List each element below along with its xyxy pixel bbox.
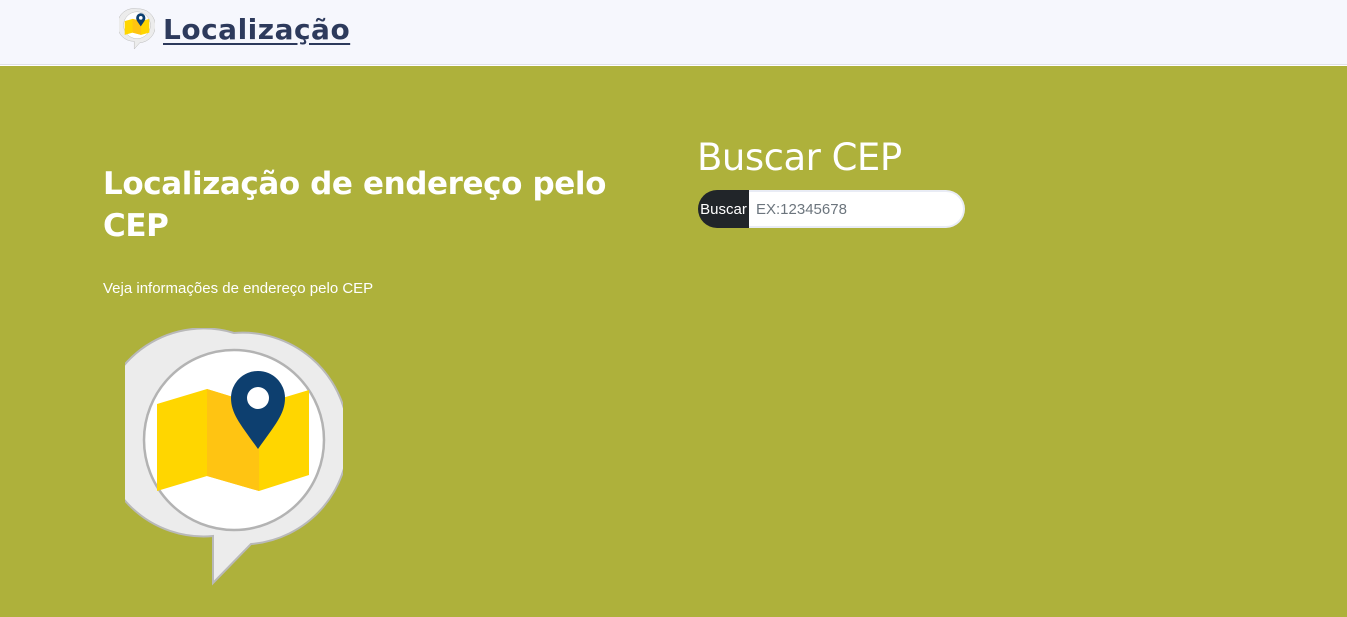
brand-link[interactable]: Localização xyxy=(119,8,350,50)
map-location-icon xyxy=(98,327,350,594)
hero-title: Localização de endereço pelo CEP xyxy=(103,166,606,244)
search-title: Buscar CEP xyxy=(697,136,902,179)
brand-label: Localização xyxy=(163,12,351,46)
search-button[interactable]: Buscar xyxy=(698,190,749,228)
navbar: Localização xyxy=(0,0,1347,65)
search-form: Buscar xyxy=(698,190,965,228)
cep-input[interactable] xyxy=(749,190,965,228)
map-pin-icon xyxy=(119,8,155,50)
hero-subtitle: Veja informações de endereço pelo CEP xyxy=(103,280,374,297)
hero-section: Localização de endereço pelo CEP Veja in… xyxy=(0,66,1347,617)
